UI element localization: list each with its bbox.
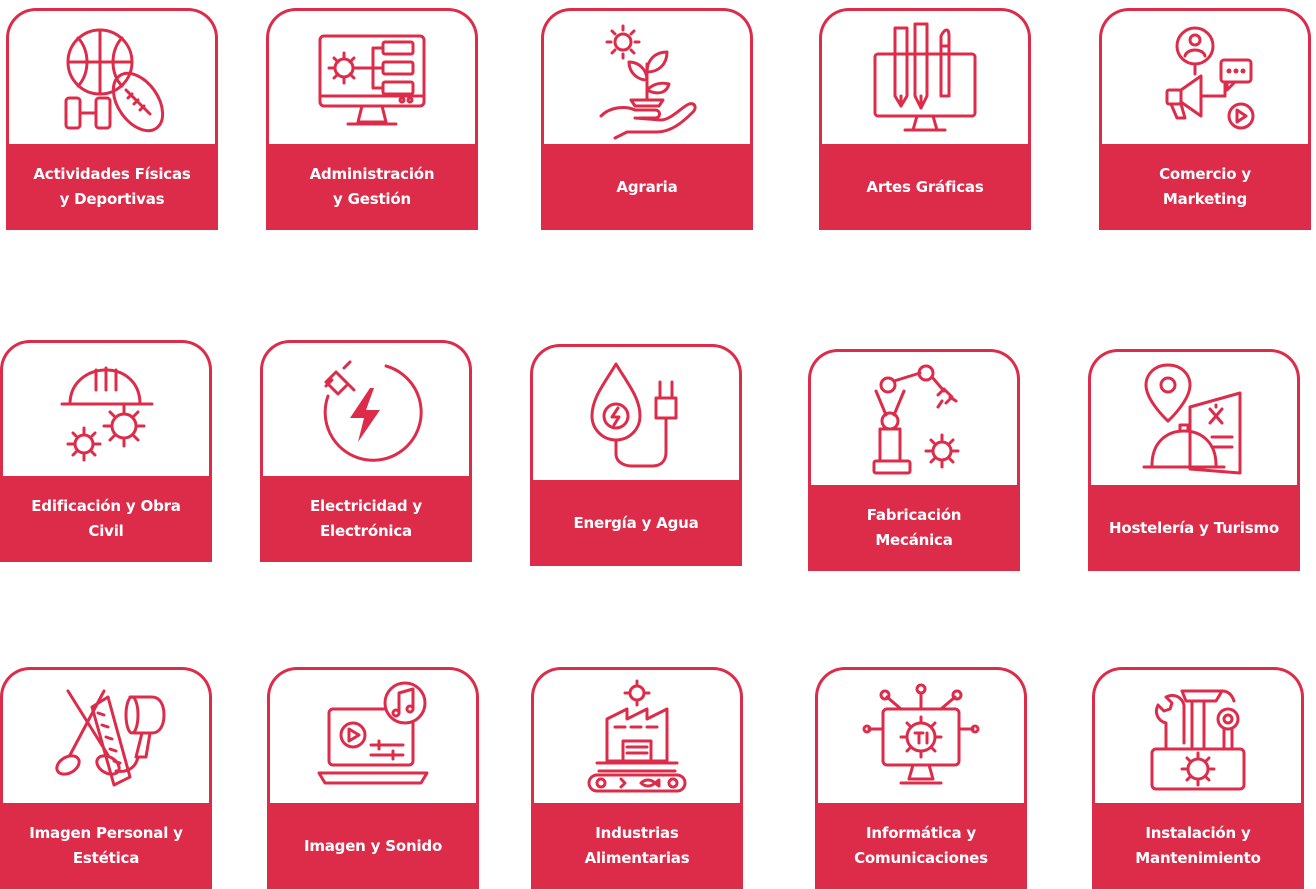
monitor-network-gear-icon (862, 683, 980, 784)
family-label: Imagen y Sonido (303, 836, 443, 855)
laptop-video-music-icon (317, 681, 429, 784)
family-card-artes-graficas[interactable]: Artes Gráficas (819, 8, 1031, 230)
family-card-instalacion[interactable]: Instalación y Mantenimiento (1092, 667, 1304, 889)
sports-balls-icon (64, 28, 165, 132)
water-drop-plug-icon (590, 362, 678, 467)
family-card-electricidad[interactable]: Electricidad y Electrónica (260, 340, 472, 562)
family-card-industrias-alimentarias[interactable]: Industrias Alimentarias (531, 667, 743, 889)
family-label: Comercio y Marketing (1159, 165, 1251, 208)
family-label: Instalación y Mantenimiento (1135, 824, 1261, 867)
toolbox-tools-icon (1150, 689, 1246, 790)
family-card-comercio-marketing[interactable]: Comercio y Marketing (1099, 8, 1311, 230)
plug-lightning-icon (323, 360, 423, 462)
family-label: Administración y Gestión (309, 165, 435, 208)
monitor-gear-flowchart-icon (318, 34, 426, 125)
family-card-energia-agua[interactable]: Energía y Agua (530, 344, 742, 566)
megaphone-user-chat-icon (1165, 26, 1255, 129)
helmet-gears-icon (60, 366, 154, 461)
family-label: Artes Gráficas (866, 177, 984, 196)
family-card-actividades-fisicas[interactable]: Actividades Físicas y Deportivas (6, 8, 218, 230)
family-label: Agraria (616, 177, 678, 196)
family-label: Informática y Comunicaciones (854, 824, 988, 867)
location-cloche-menu-icon (1142, 363, 1242, 474)
monitor-pencils-icon (873, 22, 977, 131)
family-label: Actividades Físicas y Deportivas (33, 165, 191, 208)
family-card-edificacion[interactable]: Edificación y Obra Civil (0, 340, 212, 562)
family-label: Imagen Personal y Estética (29, 824, 183, 867)
family-card-imagen-personal[interactable]: Imagen Personal y Estética (0, 667, 212, 889)
family-card-imagen-sonido[interactable]: Imagen y Sonido (267, 667, 479, 889)
family-card-informatica[interactable]: Informática y Comunicaciones (815, 667, 1027, 889)
family-card-administracion[interactable]: Administración y Gestión (266, 8, 478, 230)
family-label: Edificación y Obra Civil (31, 497, 181, 540)
family-label: Hostelería y Turismo (1109, 518, 1279, 537)
family-label: Fabricación Mecánica (866, 506, 962, 549)
robotic-arm-gear-icon (872, 364, 960, 474)
family-card-agraria[interactable]: Agraria (541, 8, 753, 230)
family-label: Industrias Alimentarias (584, 824, 690, 867)
family-label: Energía y Agua (573, 513, 699, 532)
scissors-comb-hairdryer-icon (55, 689, 166, 786)
family-card-hosteleria-turismo[interactable]: Hostelería y Turismo (1088, 349, 1300, 571)
factory-conveyor-icon (587, 679, 687, 792)
family-label: Electricidad y Electrónica (310, 497, 422, 540)
hand-plant-sun-icon (599, 24, 697, 139)
family-card-fabricacion-mecanica[interactable]: Fabricación Mecánica (808, 349, 1020, 571)
